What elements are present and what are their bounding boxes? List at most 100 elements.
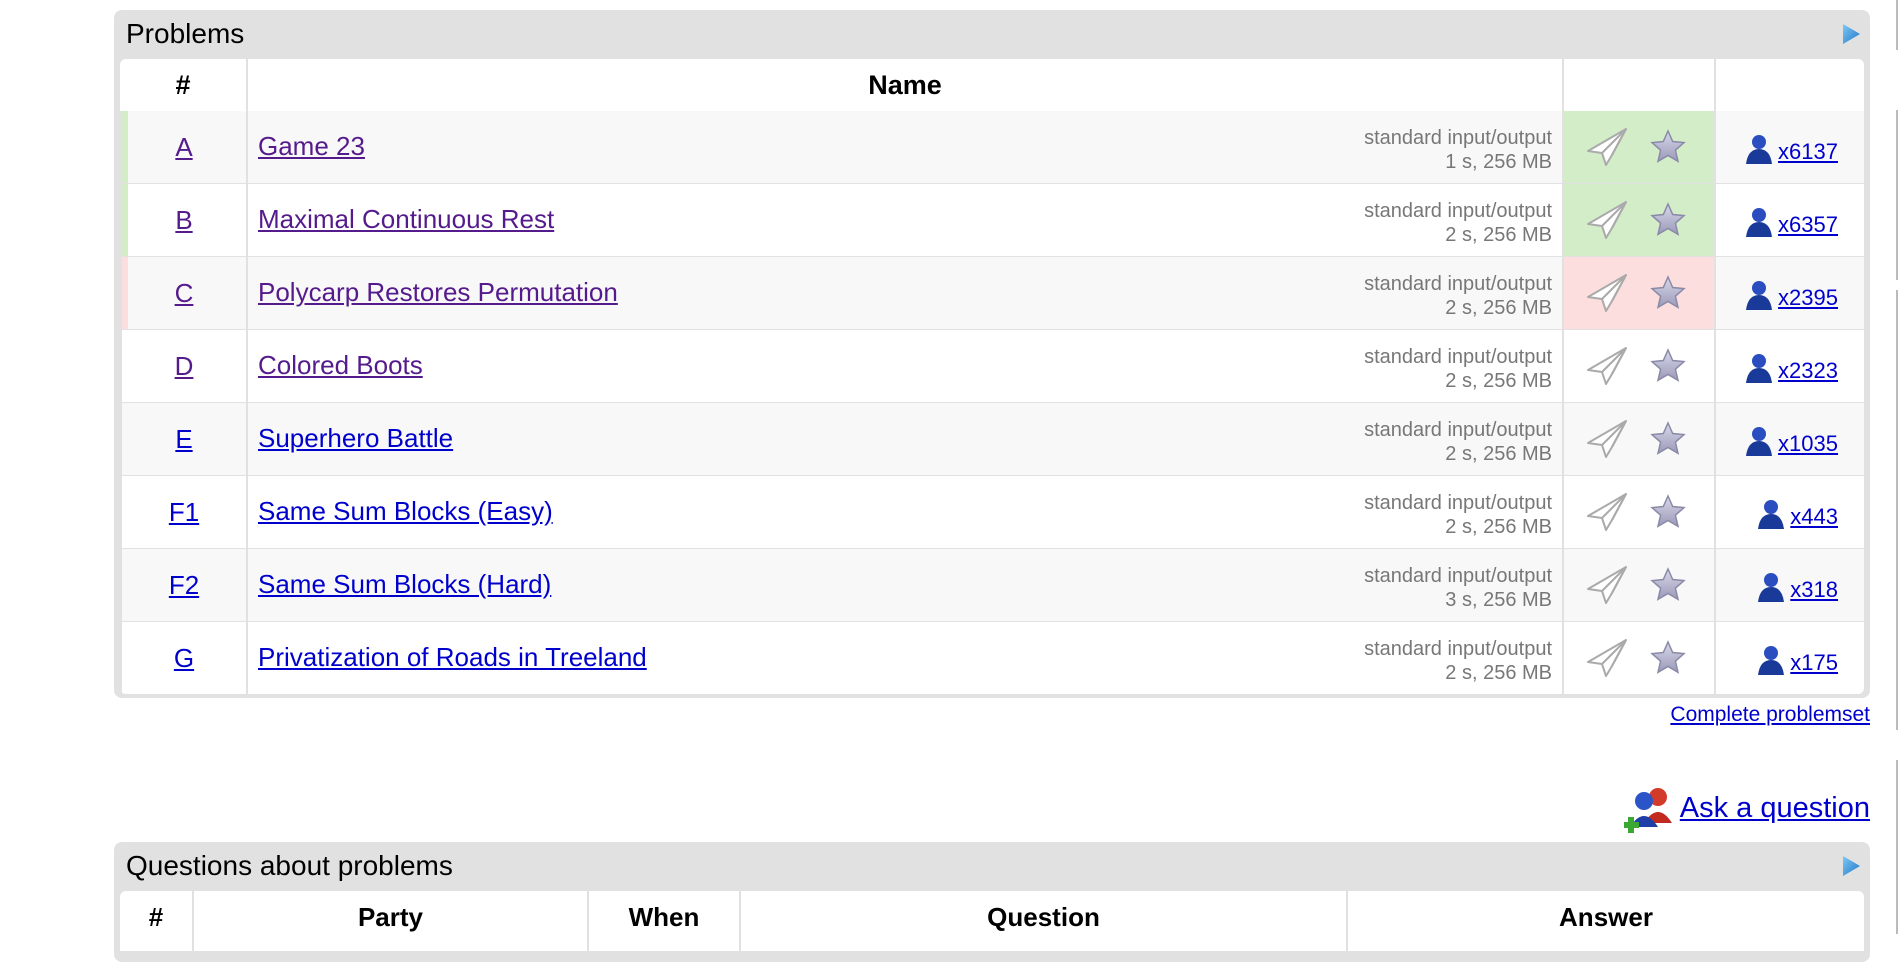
solved-count-link[interactable]: x6357 xyxy=(1778,212,1838,238)
problem-index-cell: F1 xyxy=(120,476,246,548)
table-row: C Polycarp Restores Permutation standard i… xyxy=(120,256,1864,329)
problem-name-cell: Privatization of Roads in Treeland standa… xyxy=(246,622,1562,694)
problem-solved-cell: x2323 xyxy=(1714,330,1864,402)
table-row: B Maximal Continuous Rest standard input/o… xyxy=(120,183,1864,256)
star-icon[interactable] xyxy=(1648,200,1690,240)
paper-plane-icon[interactable] xyxy=(1586,565,1628,605)
ask-question-link[interactable]: Ask a question xyxy=(1680,792,1870,825)
problem-time-memory: 3 s, 256 MB xyxy=(1445,589,1552,611)
problem-name-link[interactable]: Colored Boots xyxy=(258,350,423,381)
problem-time-memory: 2 s, 256 MB xyxy=(1445,224,1552,246)
paper-plane-icon[interactable] xyxy=(1586,419,1628,459)
problem-index-link[interactable]: D xyxy=(175,351,194,381)
problem-name-cell: Polycarp Restores Permutation standard in… xyxy=(246,257,1562,329)
problems-panel-title: Problems xyxy=(126,18,245,49)
paper-plane-icon[interactable] xyxy=(1586,273,1628,313)
table-row: E Superhero Battle standard input/output 2 … xyxy=(120,402,1864,475)
table-row: F2 Same Sum Blocks (Hard) standard input/o… xyxy=(120,548,1864,621)
user-icon xyxy=(1744,279,1774,311)
triangle-right-icon[interactable] xyxy=(1840,22,1862,46)
problem-name-cell: Same Sum Blocks (Easy) standard input/out… xyxy=(246,476,1562,548)
problem-index-link[interactable]: B xyxy=(175,205,192,235)
column-header-question: Question xyxy=(739,891,1346,951)
problem-actions-cell xyxy=(1562,403,1714,475)
column-header-answer: Answer xyxy=(1346,891,1864,951)
solved-count-link[interactable]: x175 xyxy=(1790,650,1838,676)
column-header-q-index: # xyxy=(148,902,164,932)
problem-index-cell: A xyxy=(120,111,246,183)
problem-solved-cell: x443 xyxy=(1714,476,1864,548)
star-icon[interactable] xyxy=(1648,273,1690,313)
table-row: D Colored Boots standard input/output 2 s, … xyxy=(120,329,1864,402)
problem-name-cell: Game 23 standard input/output 1 s, 256 MB xyxy=(246,111,1562,183)
problem-name-link[interactable]: Game 23 xyxy=(258,131,365,162)
questions-table-header: # Party When Question Answer xyxy=(120,891,1864,951)
problem-index-link[interactable]: E xyxy=(175,424,192,454)
column-header-when: When xyxy=(587,891,739,951)
problem-io: standard input/output xyxy=(1364,638,1552,660)
star-icon[interactable] xyxy=(1648,638,1690,678)
paper-plane-icon[interactable] xyxy=(1586,200,1628,240)
problem-name-link[interactable]: Maximal Continuous Rest xyxy=(258,204,554,235)
problems-panel: Problems # Name A Game 23 standard input/o… xyxy=(114,10,1870,698)
solved-count-link[interactable]: x2395 xyxy=(1778,285,1838,311)
problem-index-link[interactable]: A xyxy=(175,132,192,162)
problem-limits: standard input/output 3 s, 256 MB xyxy=(1364,564,1552,612)
problem-index-link[interactable]: G xyxy=(174,643,194,673)
table-row: A Game 23 standard input/output 1 s, 256 MB… xyxy=(120,111,1864,183)
problem-name-link[interactable]: Superhero Battle xyxy=(258,423,453,454)
table-row: F1 Same Sum Blocks (Easy) standard input/o… xyxy=(120,475,1864,548)
paper-plane-icon[interactable] xyxy=(1586,638,1628,678)
problem-time-memory: 2 s, 256 MB xyxy=(1445,443,1552,465)
problem-index-cell: D xyxy=(120,330,246,402)
problem-name-cell: Maximal Continuous Rest standard input/ou… xyxy=(246,184,1562,256)
problems-table-header: # Name xyxy=(120,59,1864,111)
problem-limits: standard input/output 1 s, 256 MB xyxy=(1364,126,1552,174)
problem-name-cell: Superhero Battle standard input/output 2 s… xyxy=(246,403,1562,475)
sidebar-edge xyxy=(1896,760,1902,934)
problem-limits: standard input/output 2 s, 256 MB xyxy=(1364,637,1552,685)
problem-limits: standard input/output 2 s, 256 MB xyxy=(1364,199,1552,247)
problem-io: standard input/output xyxy=(1364,273,1552,295)
problem-index-link[interactable]: F1 xyxy=(169,497,199,527)
problem-name-link[interactable]: Same Sum Blocks (Easy) xyxy=(258,496,553,527)
solved-count-link[interactable]: x443 xyxy=(1790,504,1838,530)
user-icon xyxy=(1756,498,1786,530)
problem-time-memory: 2 s, 256 MB xyxy=(1445,297,1552,319)
problem-solved-cell: x1035 xyxy=(1714,403,1864,475)
problem-limits: standard input/output 2 s, 256 MB xyxy=(1364,345,1552,393)
star-icon[interactable] xyxy=(1648,565,1690,605)
column-header-index: # xyxy=(175,70,191,100)
problem-name-link[interactable]: Privatization of Roads in Treeland xyxy=(258,642,647,673)
problem-actions-cell xyxy=(1562,330,1714,402)
user-icon xyxy=(1756,644,1786,676)
problem-io: standard input/output xyxy=(1364,127,1552,149)
questions-panel-title: Questions about problems xyxy=(126,850,453,881)
ask-question-users-icon[interactable] xyxy=(1623,783,1676,833)
problem-name-link[interactable]: Polycarp Restores Permutation xyxy=(258,277,618,308)
star-icon[interactable] xyxy=(1648,346,1690,386)
star-icon[interactable] xyxy=(1648,492,1690,532)
complete-problemset-link[interactable]: Complete problemset xyxy=(1670,703,1870,727)
user-icon xyxy=(1744,206,1774,238)
questions-panel-header: Questions about problems xyxy=(114,842,1870,890)
user-icon xyxy=(1756,571,1786,603)
paper-plane-icon[interactable] xyxy=(1586,127,1628,167)
column-header-name: Name xyxy=(246,59,1562,111)
solved-count-link[interactable]: x318 xyxy=(1790,577,1838,603)
problem-name-link[interactable]: Same Sum Blocks (Hard) xyxy=(258,569,551,600)
solved-count-link[interactable]: x1035 xyxy=(1778,431,1838,457)
solved-count-link[interactable]: x2323 xyxy=(1778,358,1838,384)
problem-index-link[interactable]: F2 xyxy=(169,570,199,600)
star-icon[interactable] xyxy=(1648,127,1690,167)
paper-plane-icon[interactable] xyxy=(1586,346,1628,386)
star-icon[interactable] xyxy=(1648,419,1690,459)
problem-index-cell: C xyxy=(120,257,246,329)
paper-plane-icon[interactable] xyxy=(1586,492,1628,532)
problem-index-link[interactable]: C xyxy=(175,278,194,308)
triangle-right-icon[interactable] xyxy=(1840,854,1862,878)
user-icon xyxy=(1744,133,1774,165)
solved-count-link[interactable]: x6137 xyxy=(1778,139,1838,165)
problem-solved-cell: x318 xyxy=(1714,549,1864,621)
user-icon xyxy=(1744,352,1774,384)
